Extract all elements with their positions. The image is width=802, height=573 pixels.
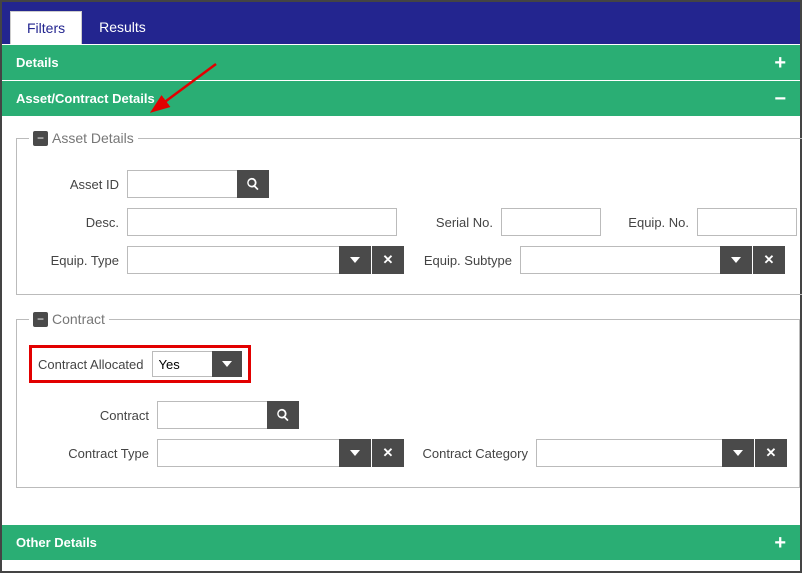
asset-id-search-button[interactable] [237, 170, 269, 198]
contract-allocated-input[interactable] [152, 351, 212, 377]
fieldset-asset-details: − Asset Details Asset ID Desc. Serial No… [16, 130, 802, 295]
equip-type-combo[interactable] [127, 246, 404, 274]
contract-type-clear-button[interactable] [372, 439, 404, 467]
panel-header-asset-contract[interactable]: Asset/Contract Details − [2, 80, 800, 116]
contract-category-clear-button[interactable] [755, 439, 787, 467]
asset-id-input[interactable] [127, 170, 237, 198]
label-contract-allocated: Contract Allocated [38, 357, 144, 372]
equip-type-clear-button[interactable] [372, 246, 404, 274]
contract-category-combo[interactable] [536, 439, 787, 467]
label-contract-category: Contract Category [412, 446, 528, 461]
contract-allocated-highlight: Contract Allocated [29, 345, 251, 383]
equip-subtype-clear-button[interactable] [753, 246, 785, 274]
legend-asset-details[interactable]: − Asset Details [29, 130, 138, 146]
label-contract: Contract [29, 408, 149, 423]
collapse-box-icon: − [33, 131, 48, 146]
tab-results[interactable]: Results [82, 10, 163, 44]
contract-input[interactable] [157, 401, 267, 429]
contract-category-dropdown-button[interactable] [722, 439, 754, 467]
tab-filters[interactable]: Filters [10, 11, 82, 44]
contract-type-dropdown-button[interactable] [339, 439, 371, 467]
legend-contract[interactable]: − Contract [29, 311, 109, 327]
contract-search-button[interactable] [267, 401, 299, 429]
panel-title-other-details: Other Details [16, 535, 97, 550]
fieldset-contract: − Contract Contract Allocated Contract C… [16, 311, 800, 488]
equip-subtype-dropdown-button[interactable] [720, 246, 752, 274]
panel-body-asset-contract: − Asset Details Asset ID Desc. Serial No… [2, 116, 800, 524]
contract-category-input[interactable] [536, 439, 722, 467]
legend-asset-label: Asset Details [52, 130, 134, 146]
label-serial-no: Serial No. [413, 215, 493, 230]
contract-allocated-dropdown-button[interactable] [212, 351, 242, 377]
contract-type-combo[interactable] [157, 439, 404, 467]
contract-type-input[interactable] [157, 439, 339, 467]
expand-icon: + [774, 536, 786, 550]
equip-type-dropdown-button[interactable] [339, 246, 371, 274]
panel-title-asset-contract: Asset/Contract Details [16, 91, 155, 106]
equip-no-input[interactable] [697, 208, 797, 236]
equip-subtype-input[interactable] [520, 246, 720, 274]
legend-contract-label: Contract [52, 311, 105, 327]
collapse-icon: − [774, 92, 786, 106]
label-desc: Desc. [29, 215, 119, 230]
label-equip-type: Equip. Type [29, 253, 119, 268]
panel-header-other-details[interactable]: Other Details + [2, 524, 800, 560]
panel-header-details[interactable]: Details + [2, 44, 800, 80]
label-equip-subtype: Equip. Subtype [412, 253, 512, 268]
contract-allocated-combo[interactable] [152, 351, 242, 377]
equip-type-input[interactable] [127, 246, 339, 274]
serial-no-input[interactable] [501, 208, 601, 236]
search-icon [246, 177, 260, 191]
desc-input[interactable] [127, 208, 397, 236]
label-asset-id: Asset ID [29, 177, 119, 192]
collapse-box-icon: − [33, 312, 48, 327]
search-icon [276, 408, 290, 422]
equip-subtype-combo[interactable] [520, 246, 785, 274]
panel-title-details: Details [16, 55, 59, 70]
tab-bar: Filters Results [2, 2, 800, 44]
label-equip-no: Equip. No. [609, 215, 689, 230]
expand-icon: + [774, 56, 786, 70]
label-contract-type: Contract Type [29, 446, 149, 461]
